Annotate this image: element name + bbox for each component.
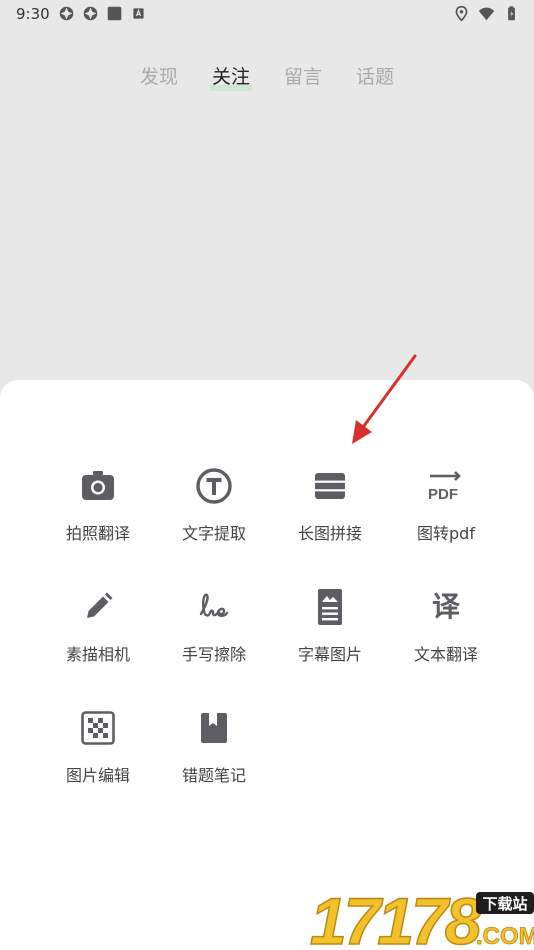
tool-label: 文本翻译 bbox=[413, 645, 478, 664]
status-time: 9:30 bbox=[16, 5, 50, 23]
tools-sheet: 拍照翻译 文字提取 长图拼接 PDF 图转pdf 素描相机 手写擦除 字幕图片 … bbox=[0, 380, 534, 950]
app-icon bbox=[59, 6, 74, 21]
location-icon bbox=[455, 5, 468, 22]
pdf-icon-text: PDF bbox=[428, 486, 458, 503]
tool-text-extract[interactable]: 文字提取 bbox=[156, 466, 272, 556]
status-icons-right bbox=[453, 5, 520, 22]
text-t-icon bbox=[196, 468, 232, 504]
camera-icon bbox=[82, 471, 114, 500]
tool-image-to-pdf[interactable]: PDF 图转pdf bbox=[388, 466, 504, 556]
tab-discover[interactable]: 发现 bbox=[138, 62, 180, 89]
app-icon bbox=[83, 6, 98, 21]
tool-label: 长图拼接 bbox=[297, 524, 362, 543]
tool-sketch-camera[interactable]: 素描相机 bbox=[40, 587, 156, 677]
tool-label: 拍照翻译 bbox=[65, 524, 130, 543]
status-bar: 9:30 bbox=[0, 0, 534, 28]
tab-messages[interactable]: 留言 bbox=[282, 62, 324, 89]
translate-icon: 译 bbox=[431, 590, 460, 623]
tool-text-translate[interactable]: 译 文本翻译 bbox=[388, 587, 504, 677]
tool-label: 手写擦除 bbox=[181, 645, 246, 664]
annotation-arrow bbox=[352, 354, 417, 444]
battery-icon bbox=[508, 6, 515, 21]
wifi-icon bbox=[478, 7, 495, 21]
mosaic-icon bbox=[81, 711, 115, 745]
tool-label: 图转pdf bbox=[417, 524, 475, 543]
pencil-icon bbox=[87, 592, 113, 618]
watermark-logo: 17178 下载站 .COM bbox=[310, 886, 534, 950]
tool-handwriting-erase[interactable]: 手写擦除 bbox=[156, 587, 272, 677]
tool-label: 素描相机 bbox=[65, 645, 130, 664]
watermark-domain: .COM bbox=[476, 923, 534, 950]
tool-image-edit[interactable]: 图片编辑 bbox=[40, 708, 156, 798]
tool-label: 文字提取 bbox=[181, 524, 246, 543]
bookmark-icon bbox=[201, 713, 227, 743]
long-image-icon bbox=[315, 473, 345, 499]
tab-follow[interactable]: 关注 bbox=[209, 62, 253, 91]
watermark-brand: 17178 bbox=[310, 886, 482, 950]
square-icon bbox=[107, 6, 122, 21]
a-icon bbox=[133, 8, 144, 19]
watermark-badge: 下载站 bbox=[482, 895, 527, 913]
status-icons-left bbox=[58, 5, 147, 22]
handwriting-icon bbox=[199, 593, 229, 617]
subtitle-image-icon bbox=[318, 589, 342, 625]
top-tabs: 发现 关注 留言 话题 bbox=[0, 62, 534, 91]
tool-long-image-stitch[interactable]: 长图拼接 bbox=[272, 466, 388, 556]
tool-photo-translate[interactable]: 拍照翻译 bbox=[40, 466, 156, 556]
tool-label: 字幕图片 bbox=[297, 645, 362, 664]
tool-label: 错题笔记 bbox=[181, 766, 246, 785]
tool-label: 图片编辑 bbox=[65, 766, 130, 785]
tool-wrong-notes[interactable]: 错题笔记 bbox=[156, 708, 272, 798]
pdf-icon: PDF bbox=[428, 471, 461, 503]
tool-subtitle-image[interactable]: 字幕图片 bbox=[272, 587, 388, 677]
tab-topics[interactable]: 话题 bbox=[354, 62, 396, 89]
